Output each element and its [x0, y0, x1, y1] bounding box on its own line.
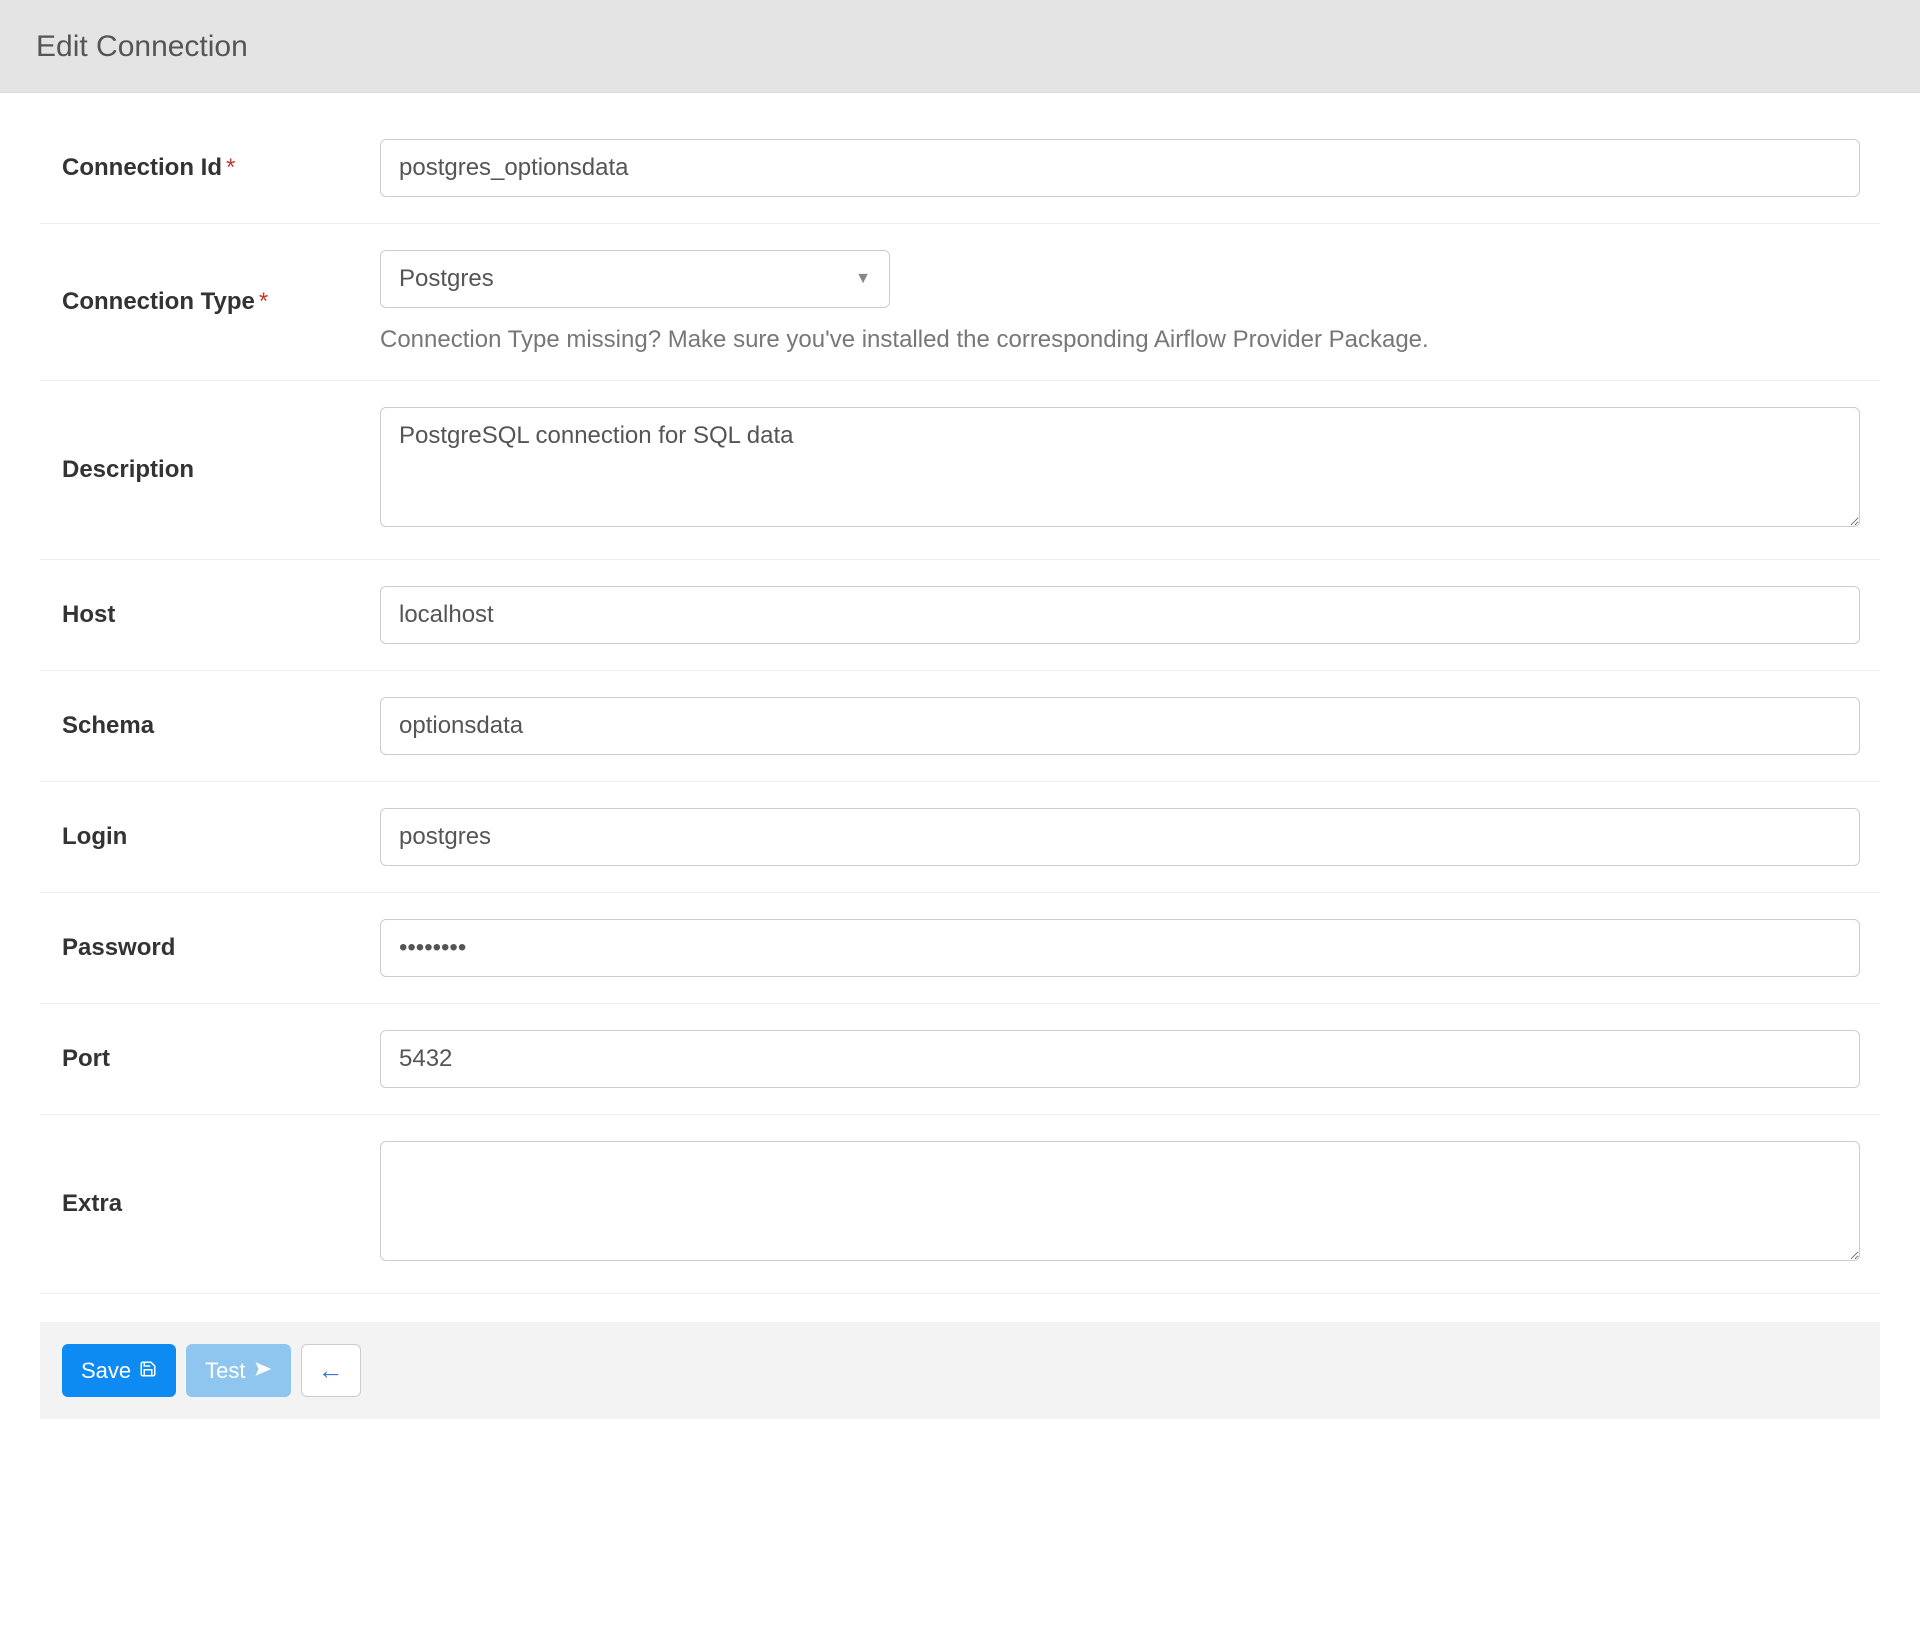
button-bar: Save Test ← — [40, 1322, 1880, 1419]
save-button-label: Save — [81, 1358, 131, 1384]
conn-type-hint: Connection Type missing? Make sure you'v… — [380, 326, 1860, 354]
label-connection-type: Connection Type* — [62, 288, 268, 315]
test-button[interactable]: Test — [186, 1344, 290, 1397]
test-button-label: Test — [205, 1358, 245, 1384]
port-input[interactable] — [380, 1030, 1860, 1088]
row-port: Port — [40, 1004, 1880, 1115]
row-login: Login — [40, 782, 1880, 893]
save-button[interactable]: Save — [62, 1344, 176, 1397]
page-title: Edit Connection — [36, 30, 1884, 64]
host-input[interactable] — [380, 586, 1860, 644]
chevron-down-icon: ▼ — [855, 270, 871, 288]
login-input[interactable] — [380, 808, 1860, 866]
conn-type-selected: Postgres — [399, 265, 494, 293]
conn-type-select[interactable]: Postgres ▼ — [380, 250, 890, 308]
required-asterisk: * — [259, 288, 268, 315]
required-asterisk: * — [226, 154, 235, 181]
paper-plane-icon — [254, 1358, 272, 1384]
schema-input[interactable] — [380, 697, 1860, 755]
label-login: Login — [62, 823, 127, 850]
description-input[interactable]: PostgreSQL connection for SQL data — [380, 407, 1860, 527]
arrow-left-icon: ← — [318, 1355, 344, 1386]
row-extra: Extra — [40, 1115, 1880, 1294]
label-port: Port — [62, 1045, 110, 1072]
label-password: Password — [62, 934, 175, 961]
label-description: Description — [62, 456, 194, 483]
row-schema: Schema — [40, 671, 1880, 782]
conn-id-input[interactable] — [380, 139, 1860, 197]
page-header: Edit Connection — [0, 0, 1920, 93]
label-connection-id: Connection Id* — [62, 154, 235, 181]
back-button[interactable]: ← — [301, 1344, 361, 1397]
label-schema: Schema — [62, 712, 154, 739]
row-host: Host — [40, 560, 1880, 671]
row-connection-id: Connection Id* — [40, 113, 1880, 224]
label-extra: Extra — [62, 1190, 122, 1217]
extra-input[interactable] — [380, 1141, 1860, 1261]
row-password: Password — [40, 893, 1880, 1004]
save-icon — [139, 1358, 157, 1384]
form: Connection Id* Connection Type* Postgres… — [0, 93, 1920, 1294]
label-host: Host — [62, 601, 115, 628]
password-input[interactable] — [380, 919, 1860, 977]
row-connection-type: Connection Type* Postgres ▼ Connection T… — [40, 224, 1880, 381]
row-description: Description PostgreSQL connection for SQ… — [40, 381, 1880, 560]
